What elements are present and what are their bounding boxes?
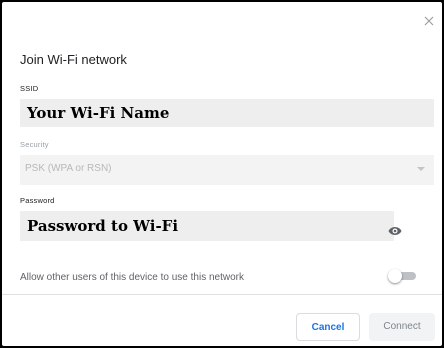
share-network-toggle[interactable] [388, 269, 418, 283]
password-value: Password to Wi-Fi [27, 217, 179, 235]
password-field[interactable]: Password to Wi-Fi [20, 211, 394, 241]
cancel-button[interactable]: Cancel [296, 313, 360, 341]
share-network-label: Allow other users of this device to use … [20, 272, 244, 283]
security-selected-value: PSK (WPA or RSN) [25, 163, 112, 174]
toggle-knob [388, 269, 402, 283]
ssid-label: SSID [20, 84, 39, 93]
connect-button[interactable]: Connect [369, 313, 435, 341]
security-select[interactable]: PSK (WPA or RSN) [20, 155, 434, 185]
chevron-down-icon [417, 167, 425, 171]
security-label: Security [20, 140, 49, 149]
join-wifi-dialog: Join Wi-Fi network SSID Your Wi-Fi Name … [2, 2, 442, 346]
password-label: Password [20, 196, 55, 205]
close-icon[interactable] [422, 14, 436, 28]
footer-divider [2, 294, 442, 295]
ssid-value: Your Wi-Fi Name [27, 104, 170, 122]
ssid-field[interactable]: Your Wi-Fi Name [20, 99, 434, 127]
dialog-title: Join Wi-Fi network [20, 52, 127, 67]
eye-icon[interactable] [388, 225, 402, 237]
